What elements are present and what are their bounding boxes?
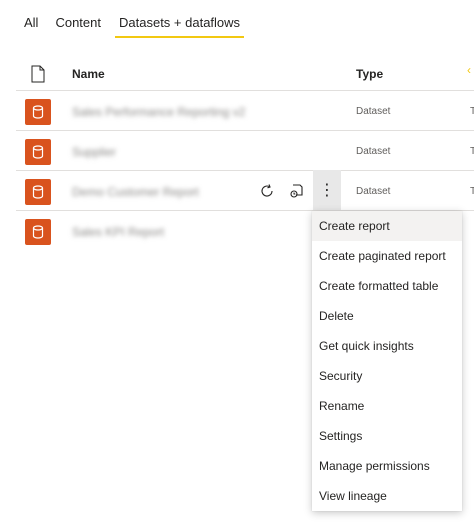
table-row[interactable]: Supplier Dataset T — [16, 130, 474, 171]
tab-datasets-dataflows[interactable]: Datasets + dataflows — [115, 15, 245, 38]
tab-all[interactable]: All — [24, 15, 38, 36]
row-overflow-text: T — [470, 146, 474, 157]
table-header: Name Type ‹ — [0, 60, 474, 90]
menu-item-view-lineage[interactable]: View lineage — [312, 481, 462, 511]
menu-item-create-report[interactable]: Create report — [312, 211, 462, 241]
row-type: Dataset — [356, 106, 391, 117]
menu-item-delete[interactable]: Delete — [312, 301, 462, 331]
content-tabs: All Content Datasets + dataflows — [24, 15, 261, 38]
table-row[interactable]: Sales Performance Reporting v2 Dataset T — [16, 90, 474, 131]
row-name[interactable]: Sales KPI Report — [72, 225, 164, 239]
row-overflow-text: T — [470, 186, 474, 197]
file-icon — [31, 65, 45, 83]
menu-item-settings[interactable]: Settings — [312, 421, 462, 451]
dataset-cylinder-icon — [25, 219, 51, 245]
row-name[interactable]: Supplier — [72, 145, 116, 159]
workspace-content-page: All Content Datasets + dataflows Name Ty… — [0, 0, 474, 530]
column-header-overflow: ‹ — [467, 63, 471, 77]
column-header-name[interactable]: Name — [72, 67, 105, 81]
dataset-context-menu: Create report Create paginated report Cr… — [312, 211, 462, 511]
menu-item-rename[interactable]: Rename — [312, 391, 462, 421]
menu-item-create-formatted-table[interactable]: Create formatted table — [312, 271, 462, 301]
tab-content[interactable]: Content — [55, 15, 101, 36]
column-header-type[interactable]: Type — [356, 67, 383, 81]
menu-item-get-quick-insights[interactable]: Get quick insights — [312, 331, 462, 361]
row-name[interactable]: Sales Performance Reporting v2 — [72, 105, 245, 119]
row-type: Dataset — [356, 146, 391, 157]
more-options-icon[interactable]: ⋮ — [313, 170, 341, 210]
row-type: Dataset — [356, 186, 391, 197]
table-row[interactable]: Demo Customer Report ⋮ Dataset T — [16, 170, 474, 211]
row-overflow-text: T — [470, 106, 474, 117]
schedule-refresh-icon[interactable] — [286, 179, 308, 203]
row-name[interactable]: Demo Customer Report — [72, 185, 199, 199]
dataset-cylinder-icon — [25, 139, 51, 165]
dataset-cylinder-icon — [25, 99, 51, 125]
menu-item-security[interactable]: Security — [312, 361, 462, 391]
dataset-cylinder-icon — [25, 179, 51, 205]
menu-item-manage-permissions[interactable]: Manage permissions — [312, 451, 462, 481]
menu-item-create-paginated-report[interactable]: Create paginated report — [312, 241, 462, 271]
refresh-icon[interactable] — [256, 179, 278, 203]
